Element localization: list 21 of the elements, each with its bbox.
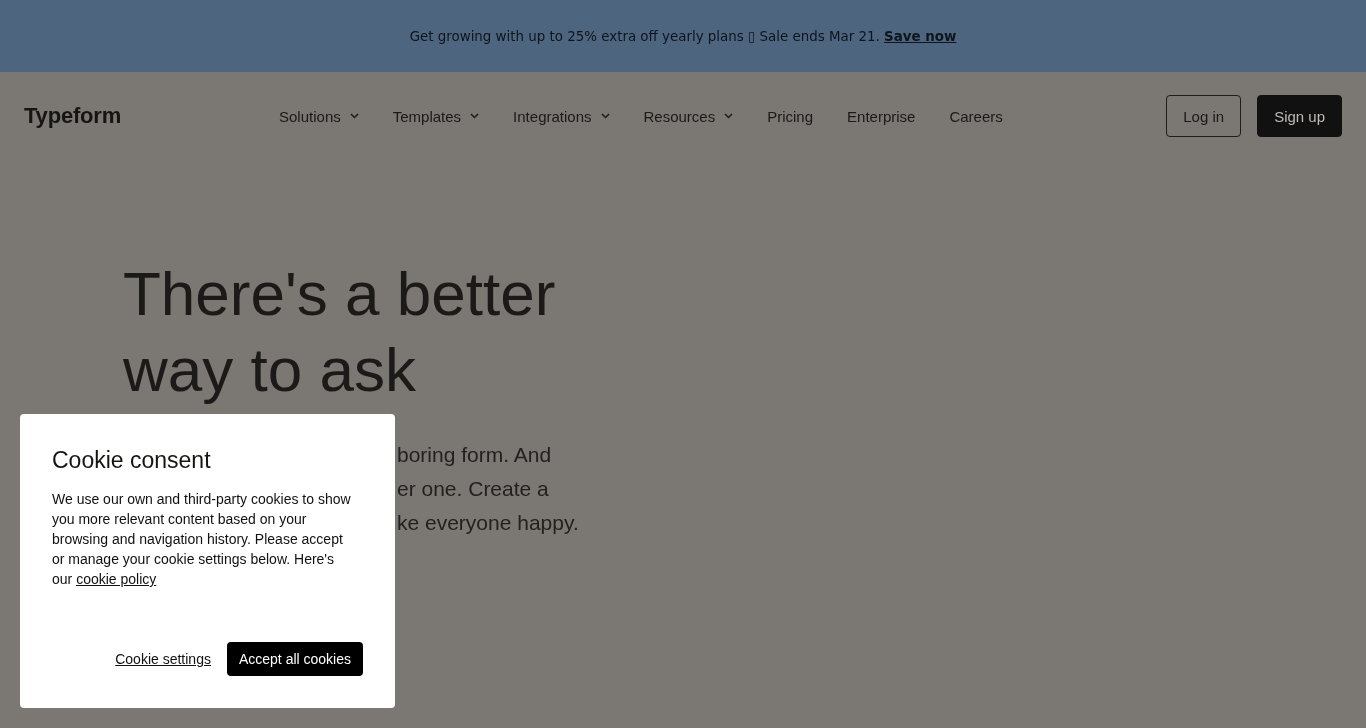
accept-cookies-button[interactable]: Accept all cookies — [226, 642, 363, 676]
login-button[interactable]: Log in — [1166, 95, 1242, 137]
nav-link[interactable]: Enterprise — [847, 107, 916, 125]
nav-link[interactable]: Pricing — [767, 107, 814, 125]
hero-heading: There's a better way to ask — [123, 258, 557, 406]
signup-button[interactable]: Sign up — [1257, 95, 1342, 137]
cookie-policy-link[interactable]: cookie policy — [76, 571, 157, 587]
save-now-link[interactable]: Save now — [884, 28, 957, 44]
dialog-title: Cookie consent — [52, 446, 212, 474]
nav-link[interactable]: Solutions — [279, 107, 359, 125]
nav-link[interactable]: Resources — [643, 107, 734, 125]
nav-link[interactable]: Templates — [392, 107, 480, 125]
hero-subtext: ke everyone happy. — [397, 510, 579, 536]
nav-link[interactable]: Integrations — [513, 107, 610, 125]
cookie-notice-text: We use our own and third-party cookies to show you more relevant content based on your browsing and navigation history. Please accept or manage your cookie settings below. Here's our cookie policy — [52, 490, 352, 589]
cookie-settings-link[interactable]: Cookie settings — [115, 651, 211, 667]
hero-subtext: er one. Create a — [397, 476, 549, 502]
logo[interactable]: Typeform — [24, 103, 121, 129]
promo-text: Get growing with up to 25% extra off yearly plans ▯ Sale ends Mar 21. Save now — [409, 28, 957, 44]
hero-subtext: boring form. And — [397, 442, 552, 468]
nav-link[interactable]: Careers — [949, 107, 1003, 125]
